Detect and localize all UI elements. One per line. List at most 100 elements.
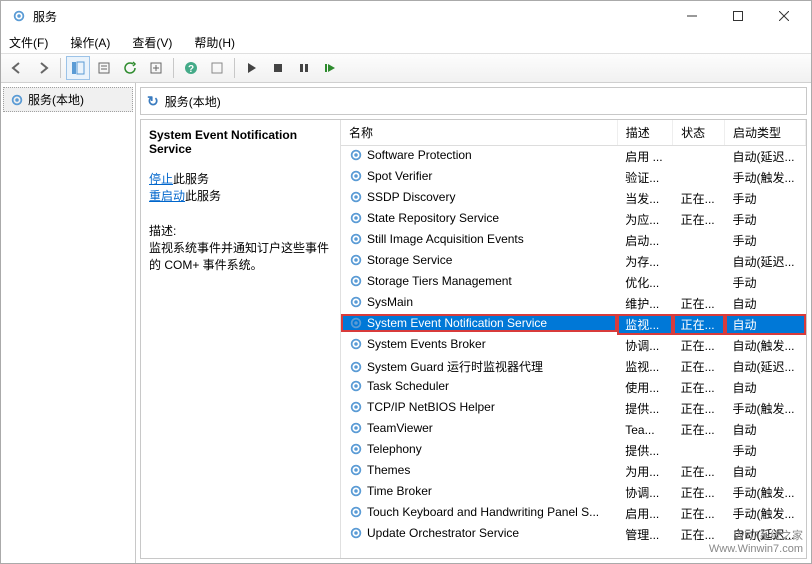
table-row[interactable]: Software Protection启用 ...自动(延迟...: [341, 146, 806, 168]
service-desc: 为应...: [617, 209, 672, 230]
table-row[interactable]: SysMain维护...正在...自动: [341, 293, 806, 314]
service-name: System Guard 运行时监视器代理: [367, 358, 543, 375]
minimize-button[interactable]: [669, 1, 715, 31]
gear-icon: [349, 190, 363, 204]
svg-text:?: ?: [188, 64, 194, 75]
service-name: Task Scheduler: [367, 379, 449, 393]
service-startup: 手动(触发...: [725, 503, 806, 524]
service-status: 正在...: [673, 377, 725, 398]
selected-service-name: System Event Notification Service: [149, 128, 332, 156]
table-row[interactable]: Task Scheduler使用...正在...自动: [341, 377, 806, 398]
pause-service-button[interactable]: [292, 56, 316, 80]
service-desc: 监视...: [617, 314, 672, 335]
restart-service-button[interactable]: [318, 56, 342, 80]
service-status: 正在...: [673, 335, 725, 356]
service-desc: 启用...: [617, 503, 672, 524]
table-row[interactable]: Spot Verifier验证...手动(触发...: [341, 167, 806, 188]
table-row[interactable]: Themes为用...正在...自动: [341, 461, 806, 482]
service-name: TCP/IP NetBIOS Helper: [367, 400, 495, 414]
service-name: Themes: [367, 463, 410, 477]
close-button[interactable]: [761, 1, 807, 31]
gear-icon: [349, 484, 363, 498]
service-status: 正在...: [673, 524, 725, 545]
service-name: SSDP Discovery: [367, 190, 455, 204]
service-status: 正在...: [673, 314, 725, 335]
service-status: [673, 146, 725, 168]
back-button[interactable]: [5, 56, 29, 80]
stop-link[interactable]: 停止: [149, 172, 173, 186]
gear-icon: [349, 442, 363, 456]
table-row[interactable]: Touch Keyboard and Handwriting Panel S..…: [341, 503, 806, 524]
table-row[interactable]: Time Broker协调...正在...手动(触发...: [341, 482, 806, 503]
table-row[interactable]: TeamViewerTea...正在...自动: [341, 419, 806, 440]
stop-service-button[interactable]: [266, 56, 290, 80]
service-startup: 手动: [725, 188, 806, 209]
tree-item-services-local[interactable]: 服务(本地): [3, 87, 133, 112]
manage-button[interactable]: [205, 56, 229, 80]
col-startup[interactable]: 启动类型: [725, 120, 806, 146]
table-row[interactable]: SSDP Discovery 当发...正在...手动: [341, 188, 806, 209]
table-row[interactable]: Still Image Acquisition Events启动...手动: [341, 230, 806, 251]
service-name: State Repository Service: [367, 211, 499, 225]
table-row[interactable]: Update Orchestrator Service管理...正在...自动(…: [341, 524, 806, 545]
service-startup: 自动: [725, 461, 806, 482]
show-hide-tree-button[interactable]: [66, 56, 90, 80]
service-startup: 自动(触发...: [725, 335, 806, 356]
service-startup: 自动: [725, 314, 806, 335]
service-desc: 优化...: [617, 272, 672, 293]
table-row[interactable]: State Repository Service为应...正在...手动: [341, 209, 806, 230]
service-status: 正在...: [673, 356, 725, 377]
tree-item-label: 服务(本地): [28, 91, 84, 108]
service-name: System Event Notification Service: [367, 316, 547, 330]
tree-pane: 服务(本地): [1, 83, 136, 563]
table-row[interactable]: Storage Tiers Management优化...手动: [341, 272, 806, 293]
service-status: 正在...: [673, 188, 725, 209]
gear-icon: [349, 232, 363, 246]
menu-action[interactable]: 操作(A): [66, 32, 114, 53]
table-row[interactable]: System Guard 运行时监视器代理监视...正在...自动(延迟...: [341, 356, 806, 377]
forward-button[interactable]: [31, 56, 55, 80]
content-header: ↻ 服务(本地): [140, 87, 807, 115]
service-startup: 自动(延迟...: [725, 146, 806, 168]
refresh-arrow-icon: ↻: [147, 93, 159, 110]
gear-icon: [349, 253, 363, 267]
service-desc: 维护...: [617, 293, 672, 314]
col-name[interactable]: 名称: [341, 120, 617, 146]
gear-icon: [349, 169, 363, 183]
service-desc: 验证...: [617, 167, 672, 188]
properties-button[interactable]: [92, 56, 116, 80]
table-row[interactable]: Storage Service为存...自动(延迟...: [341, 251, 806, 272]
service-status: [673, 167, 725, 188]
table-row[interactable]: System Events Broker协调...正在...自动(触发...: [341, 335, 806, 356]
col-description[interactable]: 描述: [617, 120, 672, 146]
gear-icon: [349, 379, 363, 393]
service-status: [673, 230, 725, 251]
start-service-button[interactable]: [240, 56, 264, 80]
service-startup: 自动: [725, 377, 806, 398]
service-list[interactable]: 名称 描述 状态 启动类型 Software Protection启用 ...自…: [341, 120, 806, 558]
menu-file[interactable]: 文件(F): [5, 32, 52, 53]
menu-help[interactable]: 帮助(H): [190, 32, 239, 53]
col-status[interactable]: 状态: [673, 120, 725, 146]
service-desc: 当发...: [617, 188, 672, 209]
service-desc: 为用...: [617, 461, 672, 482]
toolbar: ?: [1, 53, 811, 83]
menu-view[interactable]: 查看(V): [128, 32, 176, 53]
service-desc: 管理...: [617, 524, 672, 545]
table-row[interactable]: Telephony提供...手动: [341, 440, 806, 461]
gear-icon: [349, 505, 363, 519]
export-button[interactable]: [144, 56, 168, 80]
service-desc: 协调...: [617, 335, 672, 356]
table-row[interactable]: System Event Notification Service 监视...正在…: [341, 314, 806, 335]
service-desc: 协调...: [617, 482, 672, 503]
restart-link[interactable]: 重启动: [149, 189, 185, 203]
service-status: 正在...: [673, 419, 725, 440]
refresh-button[interactable]: [118, 56, 142, 80]
service-desc: 提供...: [617, 440, 672, 461]
service-startup: 自动(延迟...: [725, 356, 806, 377]
table-row[interactable]: TCP/IP NetBIOS Helper提供...正在...手动(触发...: [341, 398, 806, 419]
service-status: [673, 272, 725, 293]
maximize-button[interactable]: [715, 1, 761, 31]
service-desc: 启动...: [617, 230, 672, 251]
help-button[interactable]: ?: [179, 56, 203, 80]
